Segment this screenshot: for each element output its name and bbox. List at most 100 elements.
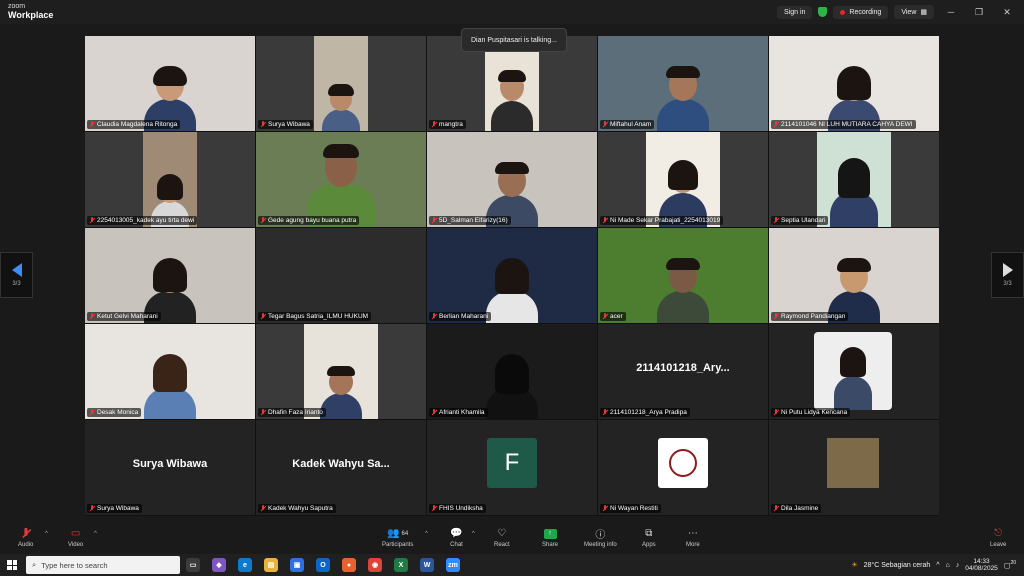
video-tile[interactable]: Gede agung bayu buana putra [256, 132, 426, 227]
more-button[interactable]: ⋯ More [686, 527, 700, 548]
video-tile[interactable]: 2114101218_Ary... 2114101218_Arya Pradip… [598, 324, 768, 419]
arrow-right-icon [1002, 263, 1013, 277]
video-options-caret-icon[interactable]: ^ [94, 531, 97, 537]
network-icon[interactable]: ⌂ [946, 562, 950, 569]
video-tile[interactable]: Ni Made Sekar Prabajati_2254013019 [598, 132, 768, 227]
mic-muted-icon [602, 217, 608, 224]
participant-name: Septia Ulandari [781, 217, 826, 224]
profile-person [833, 347, 873, 410]
video-tile[interactable]: Dila Jasmine [769, 420, 939, 515]
react-button[interactable]: ♡ React [494, 527, 510, 548]
video-tile[interactable]: F FHIS Undiksha [427, 420, 597, 515]
chat-button[interactable]: 💬 Chat [450, 527, 463, 548]
meeting-info-label: Meeting info [584, 542, 617, 548]
video-tile[interactable]: Claudia Magdalena Ritonga [85, 36, 255, 131]
arrow-left-icon [11, 263, 22, 277]
previous-page-button[interactable]: 3/3 [0, 252, 33, 298]
taskbar-clock[interactable]: 14:33 04/08/2025 [965, 558, 998, 572]
share-button[interactable]: ↑ Share [542, 527, 558, 548]
more-icon: ⋯ [687, 528, 698, 539]
clock-date: 04/08/2025 [965, 565, 998, 572]
minimize-icon[interactable]: ─ [940, 7, 962, 17]
chat-caret-icon[interactable]: ^ [472, 531, 475, 537]
recording-indicator[interactable]: Recording [833, 5, 889, 19]
volume-icon[interactable]: ♪ [956, 562, 960, 569]
video-tile[interactable]: 2114101046 NI LUH MUTIARA CAHYA DEWI [769, 36, 939, 131]
participant-name-tag: Desak Monica [87, 408, 142, 417]
participants-button[interactable]: 👥 64 Participants [382, 527, 413, 548]
video-tile[interactable]: Ketut Gelvi Maharani [85, 228, 255, 323]
apps-button[interactable]: ⧉ Apps [642, 527, 656, 548]
video-tile[interactable]: Dhafin Faza Irianto [256, 324, 426, 419]
participant-name-tag: Surya Wibawa [258, 120, 313, 129]
video-tile[interactable]: Afrianti Khamila [427, 324, 597, 419]
video-tile[interactable]: Ni Putu Lidya Kencana [769, 324, 939, 419]
copilot-icon[interactable]: ◆ [212, 558, 226, 572]
audio-button[interactable]: Audio [18, 527, 33, 548]
participant-name-tag: mangtra [429, 120, 466, 129]
participant-video [655, 66, 711, 131]
excel-icon[interactable]: X [394, 558, 408, 572]
video-tile[interactable]: Berlian Maharani [427, 228, 597, 323]
video-tile[interactable]: Surya Wibawa [256, 36, 426, 131]
restore-icon[interactable]: ❐ [968, 7, 990, 18]
file-explorer-icon[interactable]: ▤ [264, 558, 278, 572]
chrome-icon[interactable]: ◉ [368, 558, 382, 572]
close-icon[interactable]: ✕ [996, 7, 1018, 18]
leave-button[interactable]: ⎋ Leave [990, 527, 1006, 548]
edge-browser-icon[interactable]: e [238, 558, 252, 572]
task-view-icon[interactable]: ▭ [186, 558, 200, 572]
participant-display-name: Surya Wibawa [132, 458, 208, 470]
participant-name-tag: Surya Wibawa [87, 504, 142, 513]
security-shield-icon[interactable] [818, 7, 828, 17]
video-tile[interactable]: Miftahul Anam [598, 36, 768, 131]
weather-text[interactable]: 28°C Sebagian cerah [864, 562, 931, 569]
apps-label: Apps [642, 542, 656, 548]
participant-name-tag: Ketut Gelvi Maharani [87, 312, 161, 321]
outlook-icon[interactable]: O [316, 558, 330, 572]
video-tile[interactable]: acer [598, 228, 768, 323]
video-tile[interactable]: 2254013005_kadek ayu tirta dewi [85, 132, 255, 227]
participant-video [655, 258, 711, 323]
taskbar-search-box[interactable]: ⌕ Type here to search [26, 556, 180, 574]
video-tile[interactable]: Kadek Wahyu Sa... Kadek Wahyu Saputra [256, 420, 426, 515]
grid-icon: ▦ [920, 9, 927, 16]
participants-caret-icon[interactable]: ^ [425, 531, 428, 537]
view-button[interactable]: View ▦ [894, 5, 934, 19]
audio-options-caret-icon[interactable]: ^ [45, 531, 48, 537]
speaking-indicator: Dian Puspitasari is talking... [461, 28, 567, 52]
logo-ring-icon [669, 449, 697, 477]
sign-in-button[interactable]: Sign in [777, 5, 813, 19]
participant-name: mangtra [439, 121, 463, 128]
next-page-button[interactable]: 3/3 [991, 252, 1024, 298]
chevron-up-icon[interactable]: ^ [936, 562, 939, 569]
participant-name: Dila Jasmine [781, 505, 819, 512]
participant-name: Gede agung bayu buana putra [268, 217, 357, 224]
participant-name: Ketut Gelvi Maharani [97, 313, 158, 320]
meeting-info-button[interactable]: ⓘ Meeting info [584, 527, 617, 548]
participant-name-tag: Raymond Pandiangan [771, 312, 849, 321]
participant-name-tag: Dhafin Faza Irianto [258, 408, 326, 417]
participant-name: Desak Monica [97, 409, 139, 416]
video-tile[interactable]: Ni Wayan Restiti [598, 420, 768, 515]
zoom-taskbar-icon[interactable]: zm [446, 558, 460, 572]
notifications-icon[interactable]: ▢20 [1004, 560, 1016, 569]
video-tile[interactable]: Septia Ulandari [769, 132, 939, 227]
notification-count: 20 [1010, 560, 1016, 567]
participant-display-name: 2114101218_Ary... [636, 362, 730, 374]
mic-muted-icon [260, 505, 266, 512]
video-tile[interactable]: Desak Monica [85, 324, 255, 419]
video-tile[interactable]: 5D_Salman Elfarizy(16) [427, 132, 597, 227]
video-button[interactable]: ▭ Video [68, 527, 83, 548]
store-icon[interactable]: ▣ [290, 558, 304, 572]
participant-name-tag: Septia Ulandari [771, 216, 829, 225]
word-icon[interactable]: W [420, 558, 434, 572]
video-tile[interactable]: Tegar Bagus Satria_ILMU HUKUM [256, 228, 426, 323]
firefox-icon[interactable]: ● [342, 558, 356, 572]
video-tile[interactable]: Raymond Pandiangan [769, 228, 939, 323]
video-tile[interactable]: Surya Wibawa Surya Wibawa [85, 420, 255, 515]
participant-video [829, 158, 879, 227]
windows-start-icon[interactable] [7, 560, 17, 570]
participant-name-tag: 2114101046 NI LUH MUTIARA CAHYA DEWI [771, 120, 916, 129]
participant-name-tag: Ni Putu Lidya Kencana [771, 408, 851, 417]
